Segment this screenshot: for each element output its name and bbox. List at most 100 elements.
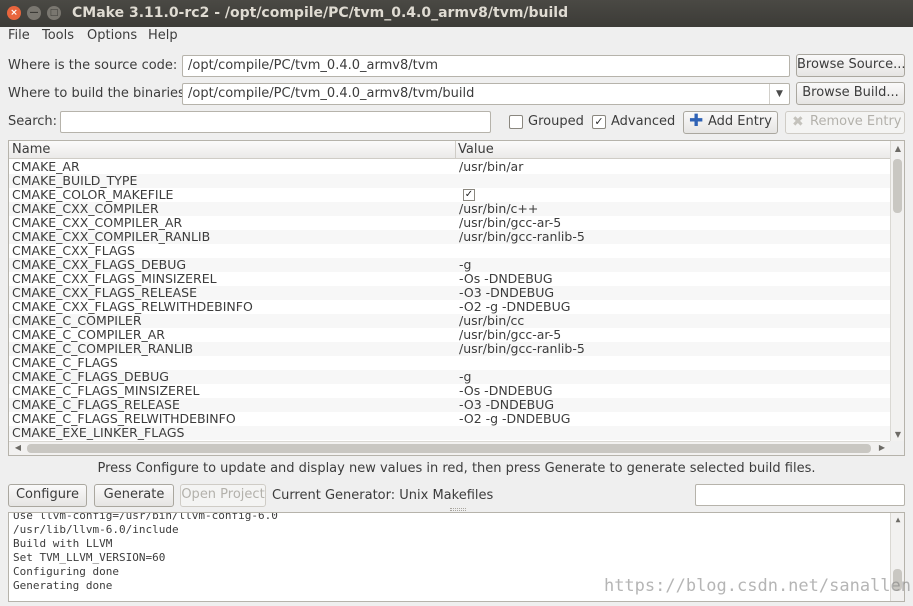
cell-name: CMAKE_CXX_FLAGS xyxy=(12,243,135,258)
cell-value[interactable]: -O2 -g -DNDEBUG xyxy=(459,300,570,314)
cell-value[interactable]: -g xyxy=(459,370,471,384)
table-row[interactable]: CMAKE_CXX_FLAGS_RELWITHDEBINFO -O2 -g -DN… xyxy=(9,300,891,314)
table-header: Name Value xyxy=(9,141,891,159)
table-row[interactable]: CMAKE_C_FLAGS_RELWITHDEBINFO -O2 -g -DNDE… xyxy=(9,412,891,426)
chevron-down-icon[interactable]: ▼ xyxy=(769,84,789,104)
cell-value[interactable]: /usr/bin/gcc-ar-5 xyxy=(459,216,561,230)
cell-name: CMAKE_C_COMPILER_RANLIB xyxy=(12,341,194,356)
close-window-button[interactable]: × xyxy=(7,6,21,20)
cell-value[interactable]: -Os -DNDEBUG xyxy=(459,384,553,398)
table-row[interactable]: CMAKE_C_FLAGS_MINSIZEREL -Os -DNDEBUG xyxy=(9,384,891,398)
cell-name: CMAKE_C_FLAGS_RELWITHDEBINFO xyxy=(12,411,236,426)
cell-value[interactable]: -g xyxy=(459,258,471,272)
table-row[interactable]: CMAKE_EXE_LINKER_FLAGS xyxy=(9,426,891,440)
scroll-left-icon[interactable]: ◀ xyxy=(11,443,25,452)
cell-value[interactable]: -Os -DNDEBUG xyxy=(459,272,553,286)
table-row[interactable]: CMAKE_CXX_FLAGS_DEBUG -g xyxy=(9,258,891,272)
cell-value[interactable]: /usr/bin/c++ xyxy=(459,202,538,216)
menu-file[interactable]: File xyxy=(8,28,30,43)
table-row[interactable]: CMAKE_CXX_FLAGS_RELEASE -O3 -DNDEBUG xyxy=(9,286,891,300)
cell-value[interactable]: /usr/bin/gcc-ar-5 xyxy=(459,328,561,342)
scroll-right-icon[interactable]: ▶ xyxy=(875,443,889,452)
browse-build-button[interactable]: Browse Build... xyxy=(796,82,905,105)
scroll-up-icon[interactable]: ▲ xyxy=(891,144,904,153)
table-row[interactable]: CMAKE_C_FLAGS xyxy=(9,356,891,370)
menu-help[interactable]: Help xyxy=(148,28,178,43)
search-label: Search: xyxy=(8,114,58,129)
remove-entry-button[interactable]: ✖ Remove Entry xyxy=(785,111,905,134)
output-line: /usr/lib/llvm-6.0/include xyxy=(13,523,179,536)
cell-value-checkbox[interactable]: ✓ xyxy=(463,189,475,201)
table-row[interactable]: CMAKE_CXX_FLAGS_MINSIZEREL -Os -DNDEBUG xyxy=(9,272,891,286)
menu-bar: File Tools Options Help xyxy=(0,27,913,47)
source-path-input[interactable]: /opt/compile/PC/tvm_0.4.0_armv8/tvm xyxy=(182,55,790,77)
current-generator-text: Current Generator: Unix Makefiles xyxy=(272,488,494,503)
output-line: Configuring done xyxy=(13,565,119,578)
build-path-value: /opt/compile/PC/tvm_0.4.0_armv8/tvm/buil… xyxy=(188,86,475,101)
table-row[interactable]: CMAKE_COLOR_MAKEFILE ✓ xyxy=(9,188,891,202)
scroll-up-icon[interactable]: ▲ xyxy=(891,515,904,524)
splitter-handle[interactable] xyxy=(450,508,466,511)
table-row[interactable]: CMAKE_CXX_COMPILER/usr/bin/c++ xyxy=(9,202,891,216)
cell-name: CMAKE_CXX_FLAGS_MINSIZEREL xyxy=(12,271,217,286)
cell-name: CMAKE_C_FLAGS_RELEASE xyxy=(12,397,180,412)
table-row[interactable]: CMAKE_AR/usr/bin/ar xyxy=(9,160,891,174)
table-row[interactable]: CMAKE_CXX_FLAGS xyxy=(9,244,891,258)
remove-entry-label: Remove Entry xyxy=(810,114,902,129)
cell-value[interactable]: /usr/bin/cc xyxy=(459,314,524,328)
table-row[interactable]: CMAKE_C_COMPILER/usr/bin/cc xyxy=(9,314,891,328)
cell-name: CMAKE_COLOR_MAKEFILE xyxy=(12,187,174,202)
table-row[interactable]: CMAKE_C_FLAGS_DEBUG -g xyxy=(9,370,891,384)
scroll-down-icon[interactable]: ▼ xyxy=(891,430,904,439)
generate-button[interactable]: Generate xyxy=(94,484,174,507)
menu-tools[interactable]: Tools xyxy=(42,28,74,43)
maximize-window-button[interactable]: □ xyxy=(47,6,61,20)
cell-name: CMAKE_C_COMPILER_AR xyxy=(12,327,165,342)
table-row[interactable]: CMAKE_C_COMPILER_RANLIB/usr/bin/gcc-ranl… xyxy=(9,342,891,356)
cell-name: CMAKE_C_COMPILER xyxy=(12,313,142,328)
cell-value[interactable]: /usr/bin/gcc-ranlib-5 xyxy=(459,230,585,244)
cell-name: CMAKE_EXE_LINKER_FLAGS xyxy=(12,425,185,440)
scrollbar-corner xyxy=(890,441,904,455)
cell-value[interactable]: -O2 -g -DNDEBUG xyxy=(459,412,570,426)
column-header-name[interactable]: Name xyxy=(12,142,50,157)
add-entry-button[interactable]: ✚ Add Entry xyxy=(683,111,778,134)
menu-options[interactable]: Options xyxy=(87,28,137,43)
open-project-button[interactable]: Open Project xyxy=(180,484,266,507)
advanced-checkbox[interactable]: ✓ xyxy=(592,115,606,129)
column-header-value[interactable]: Value xyxy=(458,142,494,157)
cell-value[interactable]: /usr/bin/gcc-ranlib-5 xyxy=(459,342,585,356)
search-input[interactable] xyxy=(60,111,491,133)
table-horizontal-scroll-thumb[interactable] xyxy=(27,444,871,453)
build-path-combo[interactable]: /opt/compile/PC/tvm_0.4.0_armv8/tvm/buil… xyxy=(182,83,790,105)
table-vertical-scroll-thumb[interactable] xyxy=(893,159,902,213)
cell-value[interactable]: /usr/bin/ar xyxy=(459,160,523,174)
title-bar: × — □ CMake 3.11.0-rc2 - /opt/compile/PC… xyxy=(0,0,913,27)
output-search-input[interactable] xyxy=(695,484,905,506)
table-row[interactable]: CMAKE_C_COMPILER_AR/usr/bin/gcc-ar-5 xyxy=(9,328,891,342)
cell-name: CMAKE_C_FLAGS xyxy=(12,355,118,370)
table-horizontal-scrollbar[interactable]: ◀ ▶ xyxy=(9,441,891,455)
cell-name: CMAKE_CXX_FLAGS_DEBUG xyxy=(12,257,187,272)
output-line: Set TVM_LLVM_VERSION=60 xyxy=(13,551,166,564)
build-label: Where to build the binaries: xyxy=(8,86,190,101)
table-row[interactable]: CMAKE_C_FLAGS_RELEASE -O3 -DNDEBUG xyxy=(9,398,891,412)
cell-name: CMAKE_CXX_FLAGS_RELWITHDEBINFO xyxy=(12,299,253,314)
output-line: Generating done xyxy=(13,579,113,592)
table-row[interactable]: CMAKE_BUILD_TYPE xyxy=(9,174,891,188)
table-row[interactable]: CMAKE_CXX_COMPILER_RANLIB/usr/bin/gcc-ra… xyxy=(9,230,891,244)
minimize-window-button[interactable]: — xyxy=(27,6,41,20)
cell-value[interactable]: -O3 -DNDEBUG xyxy=(459,398,554,412)
output-line: Build with LLVM xyxy=(13,537,113,550)
grouped-checkbox[interactable] xyxy=(509,115,523,129)
column-divider[interactable] xyxy=(455,141,456,159)
browse-source-button[interactable]: Browse Source... xyxy=(796,54,906,77)
cache-table[interactable]: Name Value CMAKE_AR/usr/bin/ar CMAKE_BUIL… xyxy=(8,140,905,456)
table-vertical-scrollbar[interactable]: ▲ ▼ xyxy=(890,141,904,441)
table-row[interactable]: CMAKE_CXX_COMPILER_AR/usr/bin/gcc-ar-5 xyxy=(9,216,891,230)
configure-hint: Press Configure to update and display ne… xyxy=(97,461,816,476)
cell-name: CMAKE_CXX_COMPILER_AR xyxy=(12,215,183,230)
configure-button[interactable]: Configure xyxy=(8,484,87,507)
cell-value[interactable]: -O3 -DNDEBUG xyxy=(459,286,554,300)
output-line: Use llvm-config=/usr/bin/llvm-config-6.0 xyxy=(13,512,278,522)
